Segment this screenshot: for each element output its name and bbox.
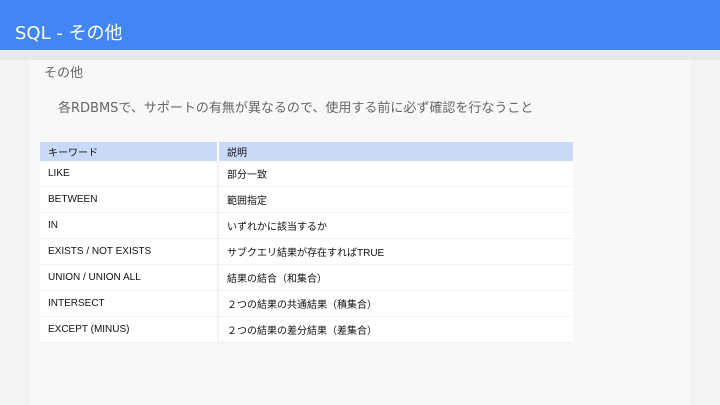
keyword-cell: EXCEPT (MINUS): [40, 316, 219, 343]
column-header-description: 説明: [218, 142, 573, 161]
header-divider: [0, 50, 720, 60]
description-cell: 範囲指定: [218, 186, 573, 213]
slide: SQL - その他 その他 各RDBMSで、サポートの有無が異なるので、使用する…: [0, 0, 720, 405]
lead-text: 各RDBMSで、サポートの有無が異なるので、使用する前に必ず確認を行なうこと: [58, 101, 534, 116]
slide-title: SQL - その他: [15, 23, 123, 44]
description-cell: 部分一致: [218, 161, 573, 187]
table-row: BETWEEN 範囲指定: [40, 186, 573, 213]
keyword-cell: INTERSECT: [40, 290, 219, 317]
table-row: IN いずれかに該当するか: [40, 212, 573, 239]
table-row: EXISTS / NOT EXISTS サブクエリ結果が存在すればTRUE: [40, 238, 573, 265]
description-cell: いずれかに該当するか: [218, 212, 573, 239]
keyword-table: キーワード 説明 LIKE 部分一致 BETWEEN 範囲指定 IN いずれかに…: [40, 142, 573, 343]
description-cell: 結果の結合（和集合）: [218, 264, 573, 291]
column-header-keyword: キーワード: [40, 142, 219, 161]
table-row: EXCEPT (MINUS) ２つの結果の差分結果（差集合）: [40, 316, 573, 343]
table-row: INTERSECT ２つの結果の共通結果（積集合）: [40, 290, 573, 317]
description-cell: ２つの結果の共通結果（積集合）: [218, 290, 573, 317]
keyword-cell: LIKE: [40, 161, 219, 187]
table-row: LIKE 部分一致: [40, 161, 573, 187]
section-title: その他: [44, 66, 84, 81]
table-header-row: キーワード 説明: [40, 142, 573, 161]
description-cell: ２つの結果の差分結果（差集合）: [218, 316, 573, 343]
table-row: UNION / UNION ALL 結果の結合（和集合）: [40, 264, 573, 291]
keyword-cell: UNION / UNION ALL: [40, 264, 219, 291]
keyword-cell: IN: [40, 212, 219, 239]
header-bar: SQL - その他: [0, 0, 720, 50]
description-cell: サブクエリ結果が存在すればTRUE: [218, 238, 573, 265]
keyword-cell: EXISTS / NOT EXISTS: [40, 238, 219, 265]
keyword-cell: BETWEEN: [40, 186, 219, 213]
